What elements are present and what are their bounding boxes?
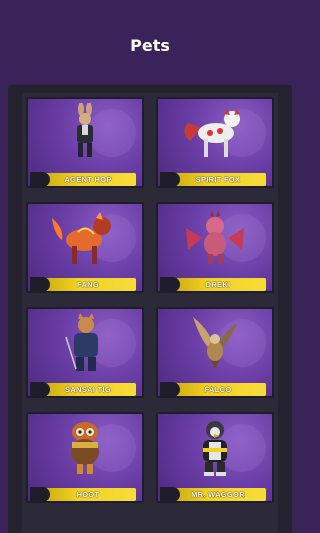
pets-panel: AGENT HOP SPIRIT FOX FANG DREKI SANSAI T…: [8, 85, 292, 533]
pet-card-agent-hop[interactable]: AGENT HOP: [26, 97, 144, 188]
pet-card-fang[interactable]: FANG: [26, 202, 144, 293]
ninja-tiger-icon: [65, 313, 98, 371]
pet-card-sansai-tig[interactable]: SANSAI TIG: [26, 307, 144, 398]
falcon-icon: [193, 317, 237, 369]
pet-card-dreki[interactable]: DREKI: [156, 202, 274, 293]
penguin-icon: [203, 421, 227, 476]
pet-card-mr-waggor[interactable]: MR. WAGGOR: [156, 412, 274, 503]
pet-name: HOOT: [30, 487, 136, 502]
pets-grid: AGENT HOP SPIRIT FOX FANG DREKI SANSAI T…: [22, 93, 278, 533]
pet-name: FANG: [30, 277, 136, 292]
pet-card-spirit-fox[interactable]: SPIRIT FOX: [156, 97, 274, 188]
fire-wolf-icon: [52, 212, 111, 264]
pet-card-hoot[interactable]: HOOT: [26, 412, 144, 503]
pet-card-falco[interactable]: FALCO: [156, 307, 274, 398]
page-title: Pets: [130, 36, 170, 55]
rabbit-agent-icon: [77, 103, 93, 157]
owl-icon: [71, 422, 99, 474]
pet-name: MR. WAGGOR: [160, 487, 266, 502]
spirit-fox-icon: [184, 109, 240, 157]
pet-name: SANSAI TIG: [30, 382, 136, 397]
header: Pets: [0, 0, 300, 85]
pet-name: FALCO: [160, 382, 266, 397]
pet-name: SPIRIT FOX: [160, 172, 266, 187]
dragon-icon: [186, 210, 244, 264]
pet-name: AGENT HOP: [30, 172, 136, 187]
pet-name: DREKI: [160, 277, 266, 292]
